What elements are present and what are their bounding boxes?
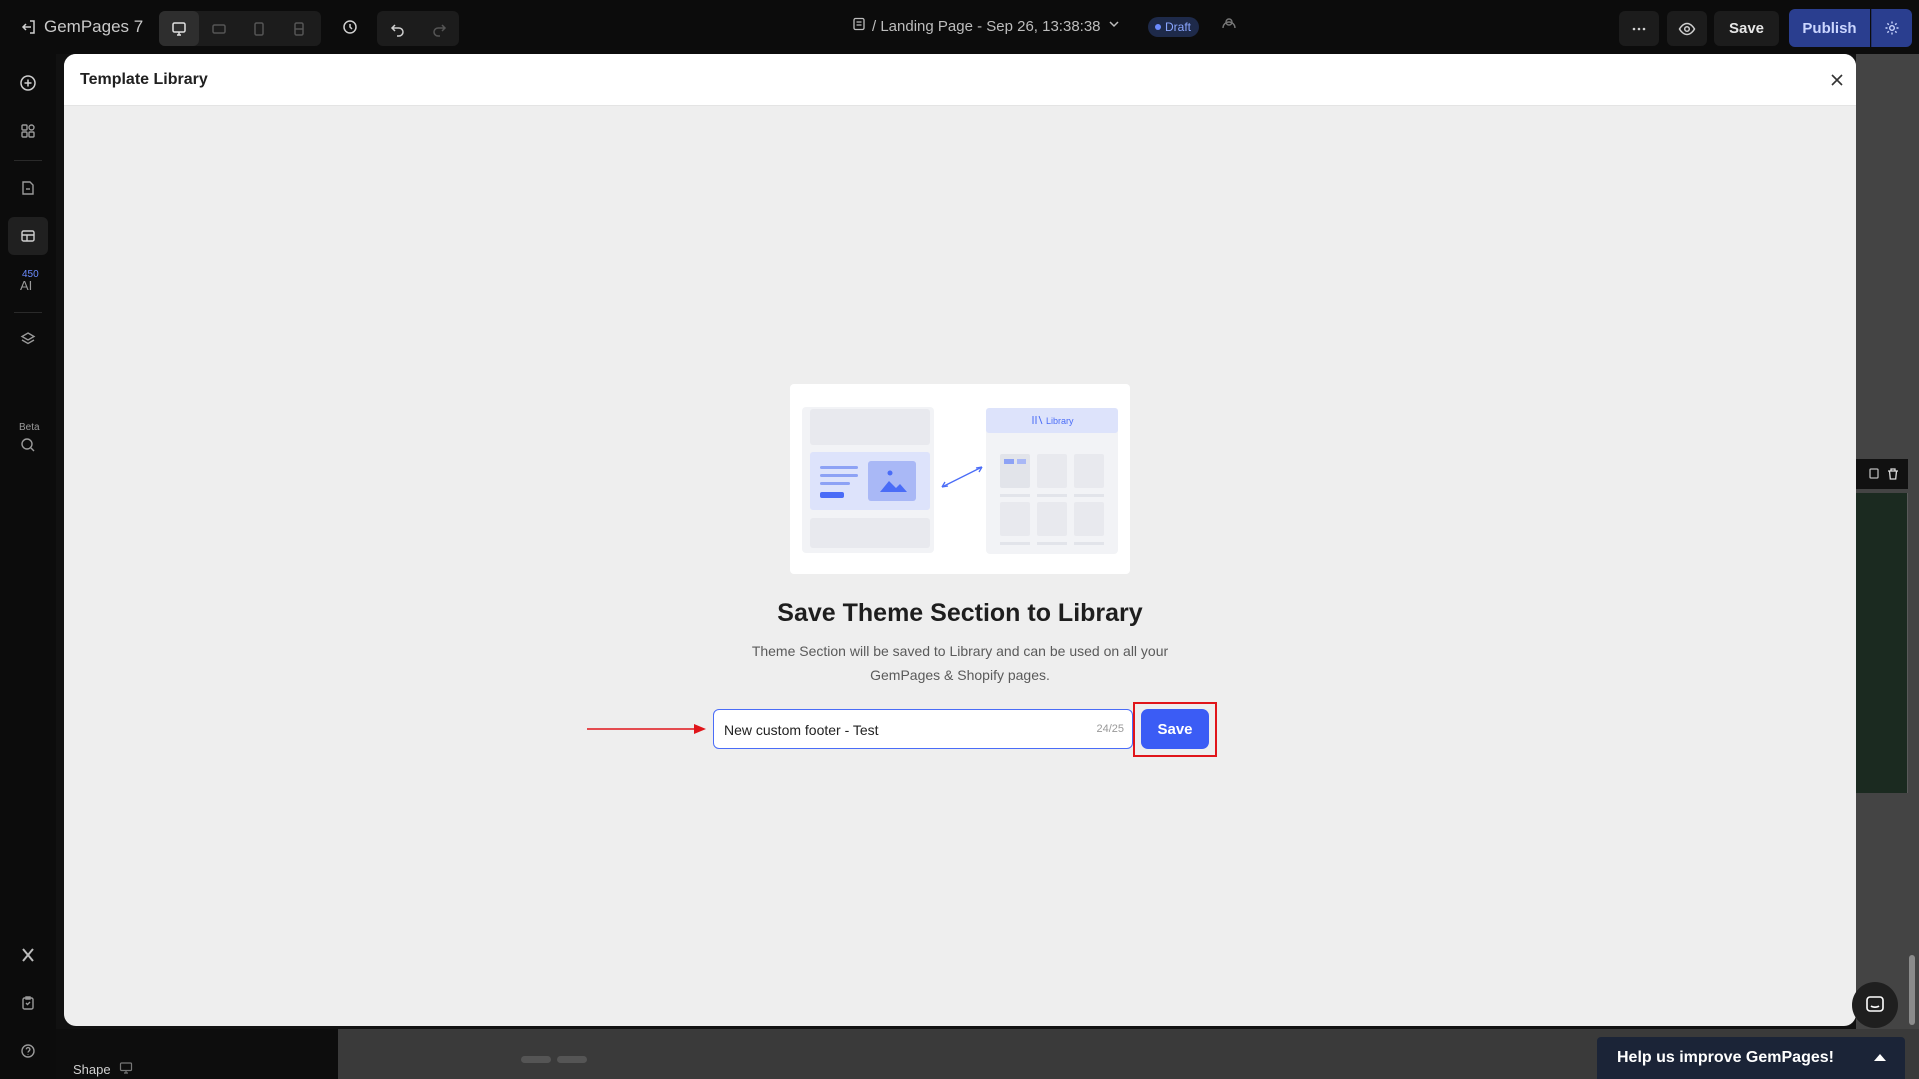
close-icon[interactable] xyxy=(1826,69,1848,91)
section-toolbar xyxy=(1856,459,1908,489)
x-social-icon[interactable] xyxy=(8,936,48,974)
section-name-input[interactable] xyxy=(722,710,1066,750)
feedback-banner[interactable]: Help us improve GemPages! xyxy=(1597,1037,1905,1079)
status-badge-label: Draft xyxy=(1165,20,1192,34)
app-name: GemPages 7 xyxy=(44,17,144,36)
trash-icon[interactable] xyxy=(1886,467,1900,486)
status-dot xyxy=(1155,24,1161,30)
laptop-view-icon[interactable] xyxy=(199,11,239,46)
feedback-label: Help us improve GemPages! xyxy=(1617,1049,1834,1066)
publish-settings-button[interactable] xyxy=(1871,9,1912,47)
character-counter: 24/25 xyxy=(1096,723,1124,735)
help-icon[interactable] xyxy=(8,1032,48,1070)
redo-icon[interactable] xyxy=(418,11,459,46)
elements-icon[interactable] xyxy=(8,112,48,150)
ai-icon[interactable]: AI xyxy=(8,266,48,304)
page-icon xyxy=(852,17,866,35)
collaboration-icon[interactable] xyxy=(1220,16,1238,34)
rail-divider xyxy=(14,160,42,161)
layers-icon[interactable] xyxy=(8,320,48,358)
sections-icon[interactable] xyxy=(8,217,48,255)
history-icon[interactable] xyxy=(338,15,362,39)
rail-divider xyxy=(14,312,42,313)
annotation-arrow xyxy=(586,722,708,740)
device-switcher xyxy=(159,11,321,46)
page-title: / Landing Page - Sep 26, 13:38:38 xyxy=(872,17,1101,35)
shape-setting[interactable]: Shape xyxy=(73,1061,133,1078)
template-library-modal: Template Library Library Save Theme Sect… xyxy=(64,54,1856,1026)
dialog-heading: Save Theme Section to Library xyxy=(777,599,1143,627)
add-element-icon[interactable] xyxy=(8,64,48,102)
page-title-selector[interactable]: / Landing Page - Sep 26, 13:38:38 xyxy=(852,17,1121,35)
svg-text:AI: AI xyxy=(20,278,32,293)
section-name-field[interactable]: 24/25 xyxy=(713,709,1133,750)
clipboard-icon[interactable] xyxy=(8,984,48,1022)
publish-button[interactable]: Publish xyxy=(1789,9,1870,47)
monitor-icon xyxy=(119,1061,133,1078)
desktop-view-icon[interactable] xyxy=(159,11,199,46)
status-badge: Draft xyxy=(1148,17,1200,37)
canvas-scrollbar[interactable] xyxy=(1909,955,1915,1025)
modal-title: Template Library xyxy=(80,71,208,88)
selected-section-preview xyxy=(1856,493,1908,793)
illustration-library-label: Library xyxy=(1046,416,1074,426)
top-bar: GemPages 7 / Landing Page - Sep 26, 13:3… xyxy=(0,0,1919,54)
copy-icon[interactable] xyxy=(1866,467,1880,486)
pages-icon[interactable] xyxy=(8,169,48,207)
modal-header: Template Library xyxy=(64,54,1856,106)
caret-up-icon[interactable] xyxy=(1873,1049,1887,1067)
save-to-library-button[interactable]: Save xyxy=(1141,709,1209,749)
undo-icon[interactable] xyxy=(377,11,418,46)
save-to-library-illustration: Library xyxy=(790,384,1130,574)
dialog-description: Theme Section will be saved to Library a… xyxy=(751,643,1169,683)
canvas-handle[interactable] xyxy=(521,1056,551,1063)
beta-feature-icon[interactable] xyxy=(8,426,48,464)
left-sidebar: 450 AI Beta xyxy=(0,54,56,1079)
save-page-button[interactable]: Save xyxy=(1714,11,1779,46)
shape-label: Shape xyxy=(73,1062,111,1077)
chevron-down-icon xyxy=(1107,17,1121,35)
more-options-button[interactable] xyxy=(1619,11,1659,46)
tablet-view-icon[interactable] xyxy=(239,11,279,46)
preview-button[interactable] xyxy=(1667,11,1707,46)
undo-redo-group xyxy=(377,11,459,46)
canvas-handle[interactable] xyxy=(557,1056,587,1063)
mobile-view-icon[interactable] xyxy=(279,11,319,46)
chat-support-button[interactable] xyxy=(1852,982,1898,1028)
exit-icon[interactable] xyxy=(18,16,40,38)
